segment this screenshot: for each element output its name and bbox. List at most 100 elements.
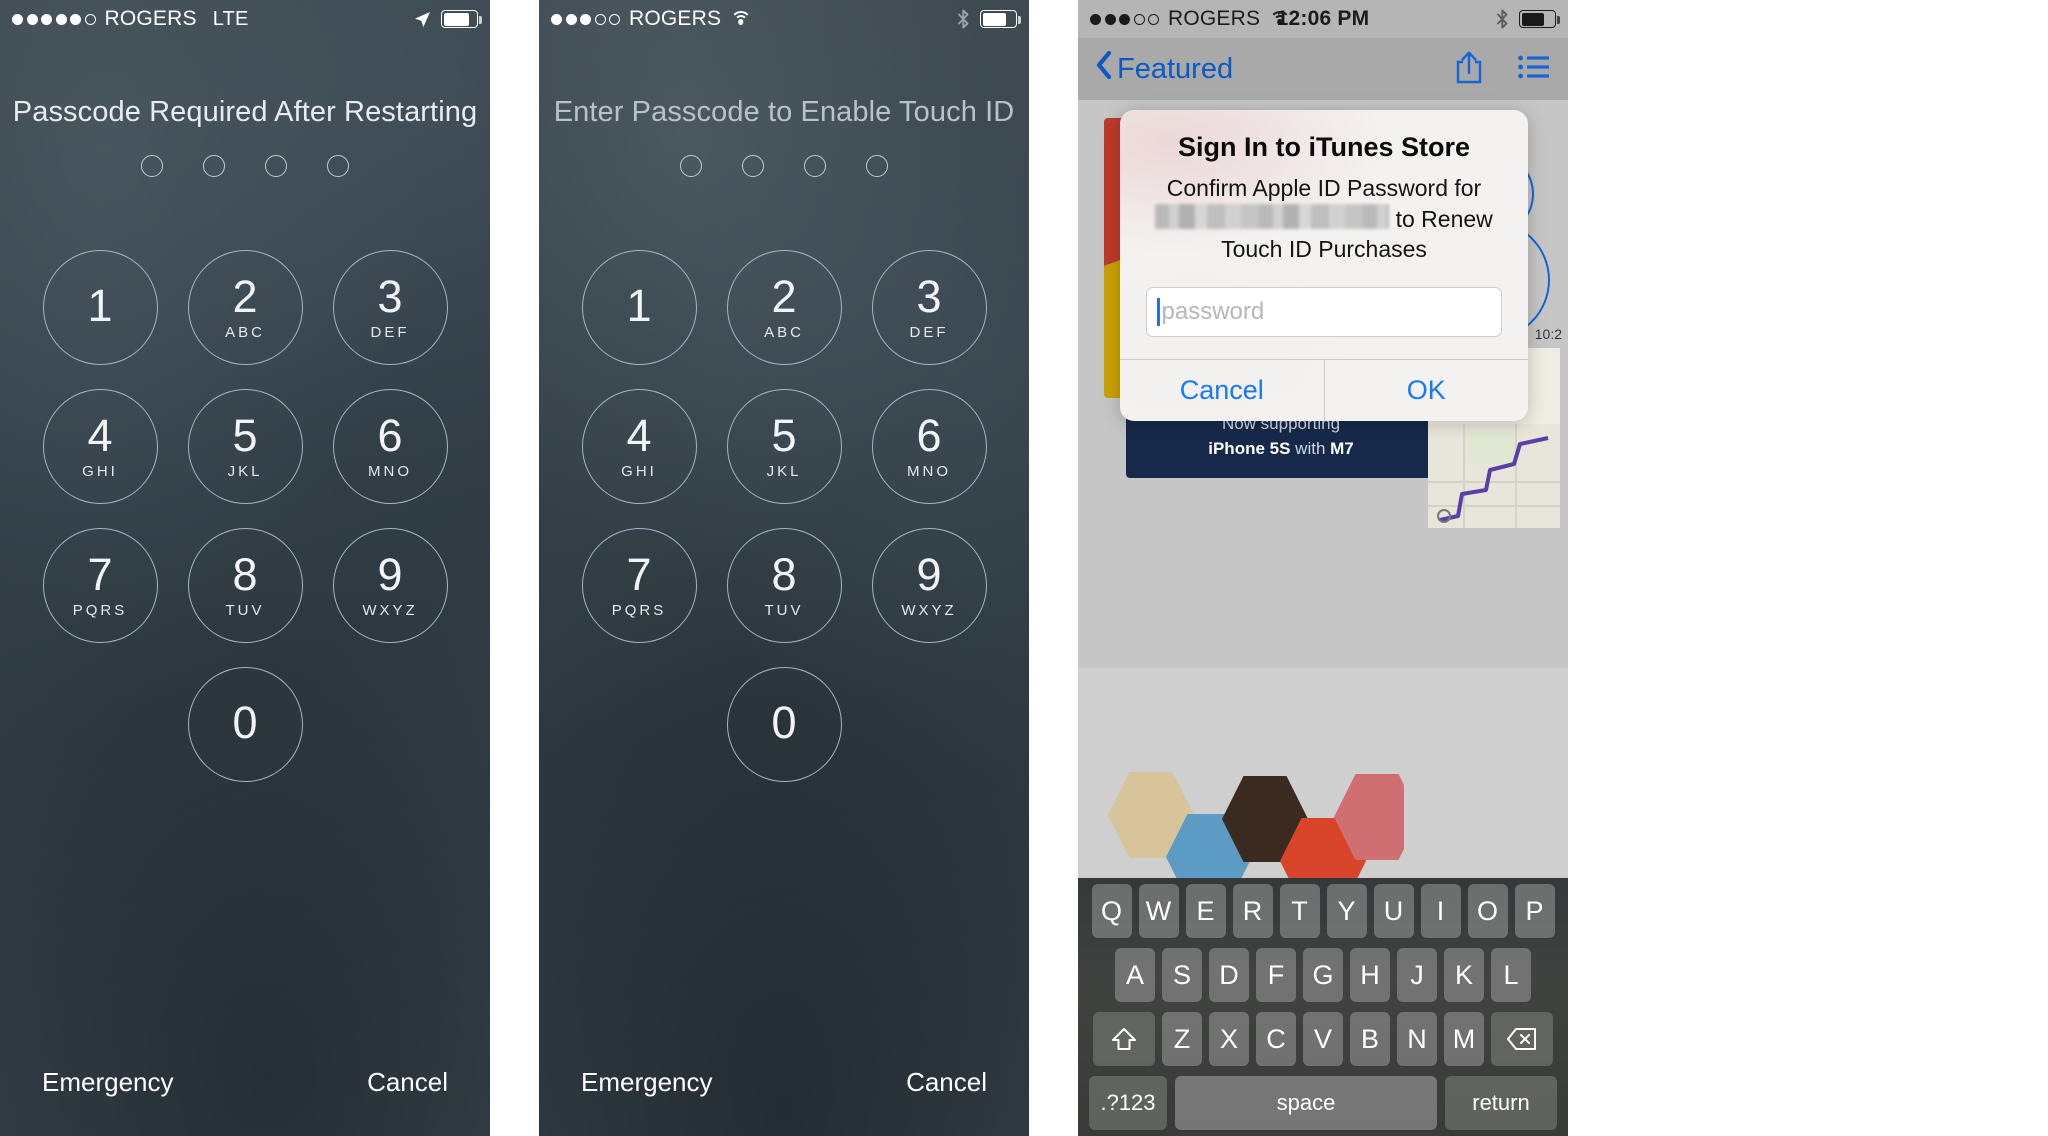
keypad-key-9[interactable]: 9 WXYZ: [332, 528, 448, 643]
keypad-key-0[interactable]: 0: [187, 667, 303, 782]
keypad-key-1[interactable]: 1: [581, 250, 697, 365]
status-bar-right-2: [957, 9, 1021, 29]
key-z[interactable]: Z: [1162, 1012, 1202, 1066]
panel-divider-1: [490, 0, 539, 1136]
keypad-digit: 6: [916, 410, 942, 461]
space-key[interactable]: space: [1175, 1076, 1437, 1130]
key-j[interactable]: J: [1397, 948, 1437, 1002]
keypad-digit: 2: [771, 271, 797, 322]
keypad-letters: ABC: [225, 324, 265, 341]
key-l[interactable]: L: [1491, 948, 1531, 1002]
emergency-button[interactable]: Emergency: [42, 1067, 174, 1098]
key-x[interactable]: X: [1209, 1012, 1249, 1066]
password-input[interactable]: password: [1146, 286, 1502, 337]
keypad-key-6[interactable]: 6 MNO: [332, 389, 448, 504]
key-k[interactable]: K: [1444, 948, 1484, 1002]
keypad-key-4[interactable]: 4 GHI: [581, 389, 697, 504]
emergency-button[interactable]: Emergency: [581, 1067, 713, 1098]
alert-content: Sign In to iTunes Store Confirm Apple ID…: [1120, 110, 1528, 359]
return-key[interactable]: return: [1445, 1076, 1557, 1130]
key-u[interactable]: U: [1373, 884, 1414, 938]
status-bar-right-3: [1496, 9, 1560, 29]
key-e[interactable]: E: [1185, 884, 1226, 938]
keypad-key-8[interactable]: 8 TUV: [726, 528, 842, 643]
key-o[interactable]: O: [1467, 884, 1508, 938]
keypad-digit: 2: [232, 271, 258, 322]
keypad-digit: 3: [377, 271, 403, 322]
key-b[interactable]: B: [1350, 1012, 1390, 1066]
key-p[interactable]: P: [1514, 884, 1555, 938]
key-s[interactable]: S: [1162, 948, 1202, 1002]
promo-conjunction: with: [1290, 438, 1331, 458]
promo-line-2: iPhone 5S with M7: [1126, 439, 1436, 459]
alert-message-line-1: Confirm Apple ID Password for: [1166, 175, 1482, 201]
food-collage: [1104, 758, 1404, 878]
back-button[interactable]: Featured: [1096, 50, 1233, 87]
keypad-key-4[interactable]: 4 GHI: [42, 389, 158, 504]
status-bar-3: ROGERS 12:06 PM: [1078, 0, 1568, 38]
passcode-pip: [866, 155, 888, 177]
key-m[interactable]: M: [1444, 1012, 1484, 1066]
status-bar-right-1: [414, 10, 482, 28]
wifi-icon: [730, 11, 752, 27]
status-bar-1: ROGERS LTE: [0, 0, 490, 38]
keypad-key-7[interactable]: 7 PQRS: [42, 528, 158, 643]
key-w[interactable]: W: [1138, 884, 1179, 938]
passcode-pips-1: [0, 155, 490, 177]
keypad-digit: 7: [626, 549, 652, 600]
keypad-digit: 6: [377, 410, 403, 461]
keypad-digit: 7: [87, 549, 113, 600]
keypad-key-0[interactable]: 0: [726, 667, 842, 782]
keypad-digit: 4: [626, 410, 652, 461]
chevron-left-icon: [1096, 50, 1112, 87]
keypad-digit: 3: [916, 271, 942, 322]
panel-passcode-enable-touch-id: ROGERS Enter Passcode to Enable Touch ID: [539, 0, 1029, 1136]
key-t[interactable]: T: [1279, 884, 1320, 938]
alert-cancel-button[interactable]: Cancel: [1120, 360, 1324, 421]
keypad-key-2[interactable]: 2 ABC: [187, 250, 303, 365]
key-c[interactable]: C: [1256, 1012, 1296, 1066]
keypad-key-5[interactable]: 5 JKL: [726, 389, 842, 504]
cancel-button[interactable]: Cancel: [367, 1067, 448, 1098]
keypad-key-7[interactable]: 7 PQRS: [581, 528, 697, 643]
key-h[interactable]: H: [1350, 948, 1390, 1002]
cancel-button[interactable]: Cancel: [906, 1067, 987, 1098]
status-bar-left-1: ROGERS LTE: [12, 7, 249, 31]
keypad-key-3[interactable]: 3 DEF: [332, 250, 448, 365]
keypad-key-6[interactable]: 6 MNO: [871, 389, 987, 504]
keypad-digit: 1: [626, 279, 652, 331]
password-placeholder: password: [1161, 297, 1265, 325]
keypad-key-8[interactable]: 8 TUV: [187, 528, 303, 643]
passcode-keypad-2[interactable]: 1 2 ABC 3 DEF 4 GHI 5 JKL 6 MNO 7 PQRS 8…: [539, 250, 1029, 782]
keypad-digit: 8: [771, 549, 797, 600]
key-v[interactable]: V: [1303, 1012, 1343, 1066]
backspace-icon[interactable]: [1491, 1012, 1553, 1066]
passcode-pip: [141, 155, 163, 177]
keypad-key-5[interactable]: 5 JKL: [187, 389, 303, 504]
key-f[interactable]: F: [1256, 948, 1296, 1002]
keypad-key-1[interactable]: 1: [42, 250, 158, 365]
lock-bottom-bar-2: Emergency Cancel: [539, 1067, 1029, 1098]
key-r[interactable]: R: [1232, 884, 1273, 938]
promo-device: iPhone 5S: [1208, 438, 1291, 458]
navigation-bar: Featured: [1078, 38, 1568, 100]
keypad-key-9[interactable]: 9 WXYZ: [871, 528, 987, 643]
passcode-keypad-1[interactable]: 1 2 ABC 3 DEF 4 GHI 5 JKL 6 MNO 7 PQRS 8…: [0, 250, 490, 782]
key-n[interactable]: N: [1397, 1012, 1437, 1066]
keypad-key-2[interactable]: 2 ABC: [726, 250, 842, 365]
on-screen-keyboard[interactable]: Q W E R T Y U I O P A S D F G H J K L Z …: [1078, 878, 1568, 1136]
alert-ok-button[interactable]: OK: [1323, 359, 1529, 421]
shift-icon[interactable]: [1093, 1012, 1155, 1066]
key-g[interactable]: G: [1303, 948, 1343, 1002]
key-a[interactable]: A: [1115, 948, 1155, 1002]
key-d[interactable]: D: [1209, 948, 1249, 1002]
numbers-key[interactable]: .?123: [1089, 1076, 1167, 1130]
keypad-key-3[interactable]: 3 DEF: [871, 250, 987, 365]
list-icon[interactable]: [1518, 55, 1550, 84]
keyboard-row-1: Q W E R T Y U I O P: [1083, 884, 1563, 938]
keypad-letters: ABC: [764, 324, 804, 341]
share-icon[interactable]: [1454, 50, 1484, 89]
key-y[interactable]: Y: [1326, 884, 1367, 938]
key-i[interactable]: I: [1420, 884, 1461, 938]
key-q[interactable]: Q: [1091, 884, 1132, 938]
